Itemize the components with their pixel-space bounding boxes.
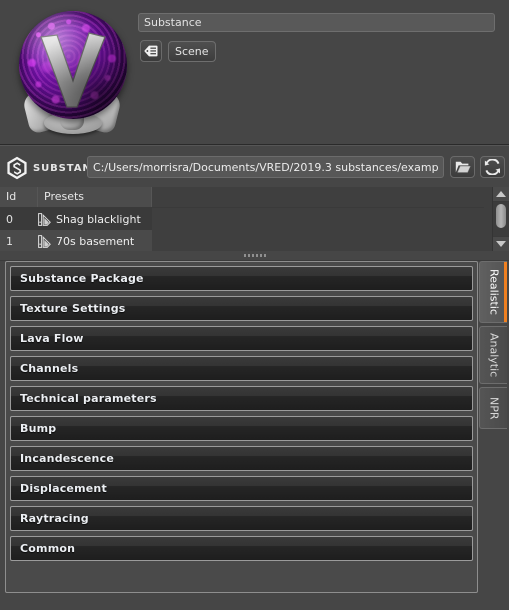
scroll-up-arrow-icon xyxy=(496,191,506,197)
cell-filler xyxy=(152,230,484,251)
material-sections-panel: Substance Package Texture Settings Lava … xyxy=(5,261,478,593)
panel-splitter[interactable] xyxy=(0,251,509,261)
section-header-substance-package[interactable]: Substance Package xyxy=(10,266,473,291)
splitter-grip-icon xyxy=(255,254,258,257)
open-file-button[interactable] xyxy=(450,156,475,178)
tab-realistic[interactable]: Realistic xyxy=(479,261,507,323)
section-header-channels[interactable]: Channels xyxy=(10,356,473,381)
cell-id: 1 xyxy=(6,234,13,248)
section-header-bump[interactable]: Bump xyxy=(10,416,473,441)
table-row[interactable]: 1 70s basement xyxy=(0,230,484,251)
substance-hexagon-s-icon xyxy=(7,156,27,180)
tab-npr[interactable]: NPR xyxy=(479,387,507,429)
column-header-filler xyxy=(152,187,484,207)
tab-realistic-label: Realistic xyxy=(487,269,501,315)
splitter-grip-icon xyxy=(247,254,250,257)
refresh-icon xyxy=(484,159,500,175)
section-header-lava-flow[interactable]: Lava Flow xyxy=(10,326,473,351)
section-header-incandescence[interactable]: Incandescence xyxy=(10,446,473,471)
sbsar-path-input[interactable] xyxy=(87,156,444,178)
section-header-displacement[interactable]: Displacement xyxy=(10,476,473,501)
material-name-input[interactable] xyxy=(138,13,495,32)
cell-preset-name: 70s basement xyxy=(38,235,152,248)
splitter-grip-icon xyxy=(251,254,254,257)
preset-swatch-icon xyxy=(38,234,51,248)
reload-substance-button[interactable] xyxy=(480,156,505,178)
scrollbar-thumb[interactable] xyxy=(496,204,506,228)
tab-analytic[interactable]: Analytic xyxy=(479,326,507,384)
tag-button[interactable] xyxy=(140,40,162,62)
shader-mode-tabs: Realistic Analytic NPR xyxy=(479,261,509,432)
section-header-raytracing[interactable]: Raytracing xyxy=(10,506,473,531)
cell-preset-name: Shag blacklight xyxy=(38,213,152,226)
tag-icon xyxy=(144,45,158,57)
material-preview-area: Scene xyxy=(0,0,509,144)
cell-filler xyxy=(152,208,484,230)
section-header-texture-settings[interactable]: Texture Settings xyxy=(10,296,473,321)
section-header-technical-parameters[interactable]: Technical parameters xyxy=(10,386,473,411)
scroll-up-button[interactable] xyxy=(493,187,509,202)
scroll-down-arrow-icon xyxy=(496,241,506,247)
vred-v-logo-icon xyxy=(40,32,106,108)
sphere-body xyxy=(19,11,127,119)
preset-name-label: Shag blacklight xyxy=(56,212,141,226)
scene-button[interactable]: Scene xyxy=(168,40,216,62)
preset-table[interactable]: Id Presets 0 Shag blacklight 1 70s basem… xyxy=(0,187,509,251)
section-header-common[interactable]: Common xyxy=(10,536,473,561)
folder-open-icon xyxy=(455,161,471,173)
preset-swatch-icon xyxy=(38,212,51,226)
tab-npr-label: NPR xyxy=(487,396,501,420)
column-header-presets[interactable]: Presets xyxy=(38,187,152,207)
tab-analytic-label: Analytic xyxy=(487,332,501,378)
material-preview-sphere[interactable] xyxy=(12,8,134,140)
preset-table-header: Id Presets xyxy=(0,187,484,208)
cell-id: 0 xyxy=(6,212,13,226)
scroll-down-button[interactable] xyxy=(493,236,509,251)
table-row[interactable]: 0 Shag blacklight xyxy=(0,208,484,230)
preview-divider xyxy=(0,144,509,146)
preset-list-scrollbar[interactable] xyxy=(492,187,509,251)
preview-toolbar: Scene xyxy=(140,40,216,62)
substance-path-bar: SUBSTANCE xyxy=(0,152,509,185)
preset-name-label: 70s basement xyxy=(56,234,135,248)
splitter-grip-icon xyxy=(243,254,246,257)
splitter-grip-icon xyxy=(263,254,266,257)
column-header-id[interactable]: Id xyxy=(0,187,38,207)
splitter-grip-icon xyxy=(259,254,262,257)
